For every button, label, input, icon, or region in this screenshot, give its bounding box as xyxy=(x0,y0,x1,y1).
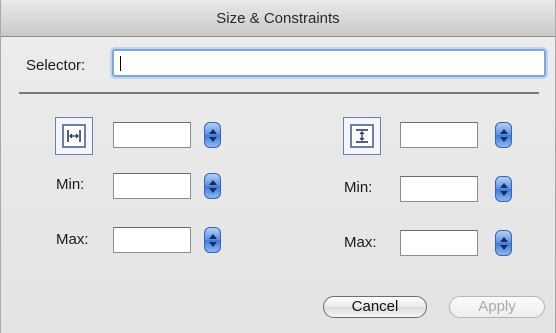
width-min-label: Min: xyxy=(56,176,85,193)
height-min-label: Min: xyxy=(344,179,373,196)
divider xyxy=(19,92,539,94)
height-min-stepper[interactable] xyxy=(495,176,512,202)
stepper-up-icon[interactable] xyxy=(209,129,217,134)
size-constraints-window: Size & Constraints Selector: Min: Max: M… xyxy=(0,0,556,333)
stepper-down-icon[interactable] xyxy=(209,137,217,142)
width-min-stepper[interactable] xyxy=(204,173,221,199)
stepper-up-icon[interactable] xyxy=(209,234,217,239)
stepper-up-icon[interactable] xyxy=(500,237,508,242)
selector-input[interactable] xyxy=(112,49,546,77)
selector-row: Selector: xyxy=(1,37,555,92)
width-field[interactable] xyxy=(113,122,191,148)
width-stepper[interactable] xyxy=(204,122,221,148)
stepper-down-icon[interactable] xyxy=(209,188,217,193)
height-max-stepper[interactable] xyxy=(495,230,512,256)
stepper-down-icon[interactable] xyxy=(500,137,508,142)
width-max-field[interactable] xyxy=(113,227,191,253)
stepper-down-icon[interactable] xyxy=(500,191,508,196)
width-max-label: Max: xyxy=(56,231,89,248)
window-title: Size & Constraints xyxy=(1,0,555,37)
width-min-field[interactable] xyxy=(113,173,191,199)
height-stepper[interactable] xyxy=(495,122,512,148)
stepper-down-icon[interactable] xyxy=(209,242,217,247)
width-max-stepper[interactable] xyxy=(204,227,221,253)
height-max-field[interactable] xyxy=(400,230,478,256)
selector-label: Selector: xyxy=(26,57,86,74)
stepper-up-icon[interactable] xyxy=(209,180,217,185)
apply-button[interactable]: Apply xyxy=(449,296,545,318)
height-min-field[interactable] xyxy=(400,176,478,202)
stepper-up-icon[interactable] xyxy=(500,183,508,188)
stepper-down-icon[interactable] xyxy=(500,245,508,250)
vertical-resize-icon xyxy=(343,117,381,155)
horizontal-resize-icon xyxy=(55,117,93,155)
height-field[interactable] xyxy=(400,122,478,148)
cancel-button[interactable]: Cancel xyxy=(323,296,427,318)
stepper-up-icon[interactable] xyxy=(500,129,508,134)
text-caret xyxy=(120,56,121,71)
height-max-label: Max: xyxy=(344,234,377,251)
